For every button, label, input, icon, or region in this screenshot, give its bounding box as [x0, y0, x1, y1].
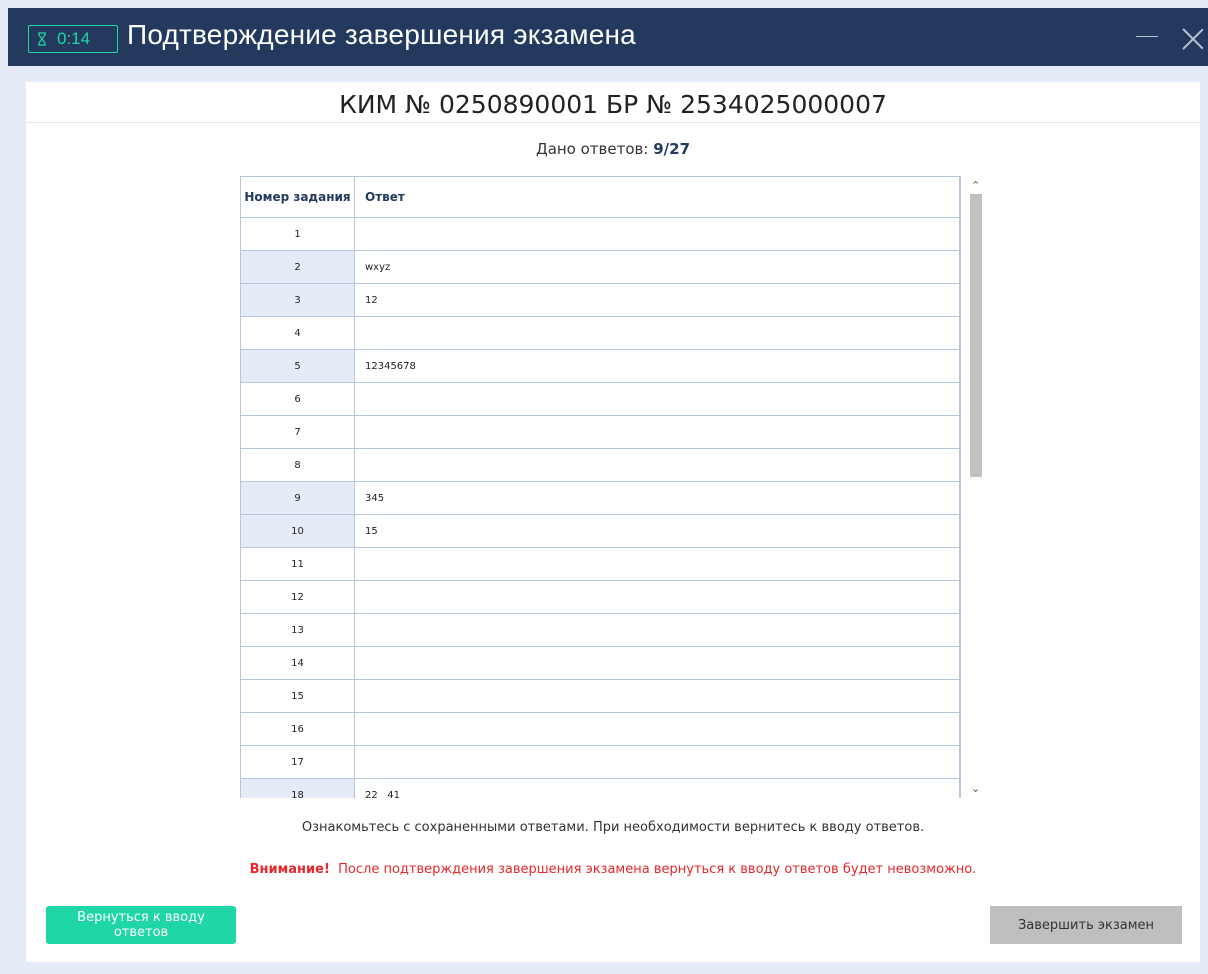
answer-cell — [354, 580, 960, 614]
task-number-cell: 1 — [241, 217, 355, 251]
task-number-cell: 11 — [241, 547, 355, 581]
task-number-cell: 5 — [241, 349, 355, 383]
task-number-cell: 7 — [241, 415, 355, 449]
table-row: 4 — [241, 316, 960, 350]
answer-cell — [354, 712, 960, 746]
task-number-cell: 4 — [241, 316, 355, 350]
task-number-cell: 8 — [241, 448, 355, 482]
answers-table: Номер задания Ответ 1 2 wxyz 3 12 4 5 12345678 6… — [241, 177, 960, 798]
answer-cell — [354, 745, 960, 779]
table-row: 10 15 — [241, 514, 960, 548]
answer-cell — [354, 316, 960, 350]
table-row: 14 — [241, 646, 960, 680]
task-number-cell: 17 — [241, 745, 355, 779]
task-number-cell: 3 — [241, 283, 355, 317]
timer-value: 0:14 — [57, 29, 91, 48]
answers-count-value: 9/27 — [653, 140, 691, 158]
window-title: Подтверждение завершения экзамена — [127, 19, 636, 50]
kim-header: КИМ № 0250890001 БР № 2534025000007 — [26, 82, 1200, 123]
answers-count-label: Дано ответов: — [535, 140, 649, 158]
table-row: 8 — [241, 448, 960, 482]
scroll-up-icon[interactable]: ⌃ — [971, 179, 980, 192]
review-hint: Ознакомьтесь с сохраненными ответами. Пр… — [301, 820, 925, 835]
answer-cell — [354, 217, 960, 251]
task-number-cell: 12 — [241, 580, 355, 614]
task-number-cell: 10 — [241, 514, 355, 548]
warning-text: После подтверждения завершения экзамена … — [338, 862, 977, 877]
task-number-cell: 9 — [241, 481, 355, 515]
table-row: 11 — [241, 547, 960, 581]
answer-cell: 22 41 — [354, 778, 960, 798]
answer-cell — [354, 613, 960, 647]
table-row: 6 — [241, 382, 960, 416]
exam-timer: 0:14 — [28, 25, 118, 53]
finish-exam-button[interactable]: Завершить экзамен — [990, 906, 1182, 944]
table-row: 3 12 — [241, 283, 960, 317]
answer-cell — [354, 547, 960, 581]
table-row: 2 wxyz — [241, 250, 960, 284]
table-row: 1 — [241, 217, 960, 251]
scroll-down-icon[interactable]: ⌄ — [971, 782, 980, 795]
close-icon[interactable] — [1182, 28, 1204, 50]
task-number-cell: 18 — [241, 778, 355, 798]
answer-cell: 15 — [354, 514, 960, 548]
answer-cell: 12 — [354, 283, 960, 317]
column-header-answer: Ответ — [354, 177, 960, 218]
scrollbar-thumb[interactable] — [970, 194, 982, 477]
warning-label: Внимание! — [249, 862, 330, 877]
table-row: 17 — [241, 745, 960, 779]
table-row: 5 12345678 — [241, 349, 960, 383]
answer-cell: 345 — [354, 481, 960, 515]
table-row: 12 — [241, 580, 960, 614]
confirmation-panel: КИМ № 0250890001 БР № 2534025000007 Дано… — [26, 82, 1200, 962]
table-row: 18 22 41 — [241, 778, 960, 798]
minimize-icon[interactable] — [1136, 36, 1158, 37]
answer-cell — [354, 448, 960, 482]
answer-cell — [354, 679, 960, 713]
task-number-cell: 6 — [241, 382, 355, 416]
table-row: 9 345 — [241, 481, 960, 515]
table-row: 15 — [241, 679, 960, 713]
hourglass-icon — [38, 32, 46, 46]
table-row: 16 — [241, 712, 960, 746]
answers-count: Дано ответов: 9/27 — [26, 140, 1200, 158]
answers-table-container: Номер задания Ответ 1 2 wxyz 3 12 4 5 12345678 6… — [240, 176, 961, 798]
task-number-cell: 13 — [241, 613, 355, 647]
task-number-cell: 16 — [241, 712, 355, 746]
answer-cell — [354, 415, 960, 449]
warning-message: Внимание! После подтверждения завершения… — [26, 862, 1200, 877]
table-row: 13 — [241, 613, 960, 647]
table-scrollbar[interactable]: ⌃ ⌄ — [967, 176, 985, 798]
title-bar: 0:14 Подтверждение завершения экзамена — [8, 8, 1208, 66]
answer-cell — [354, 646, 960, 680]
return-to-answers-button[interactable]: Вернуться к вводу ответов — [46, 906, 236, 944]
task-number-cell: 14 — [241, 646, 355, 680]
answer-cell: wxyz — [354, 250, 960, 284]
column-header-task-number: Номер задания — [241, 177, 355, 218]
task-number-cell: 15 — [241, 679, 355, 713]
task-number-cell: 2 — [241, 250, 355, 284]
answer-cell: 12345678 — [354, 349, 960, 383]
answer-cell — [354, 382, 960, 416]
table-row: 7 — [241, 415, 960, 449]
